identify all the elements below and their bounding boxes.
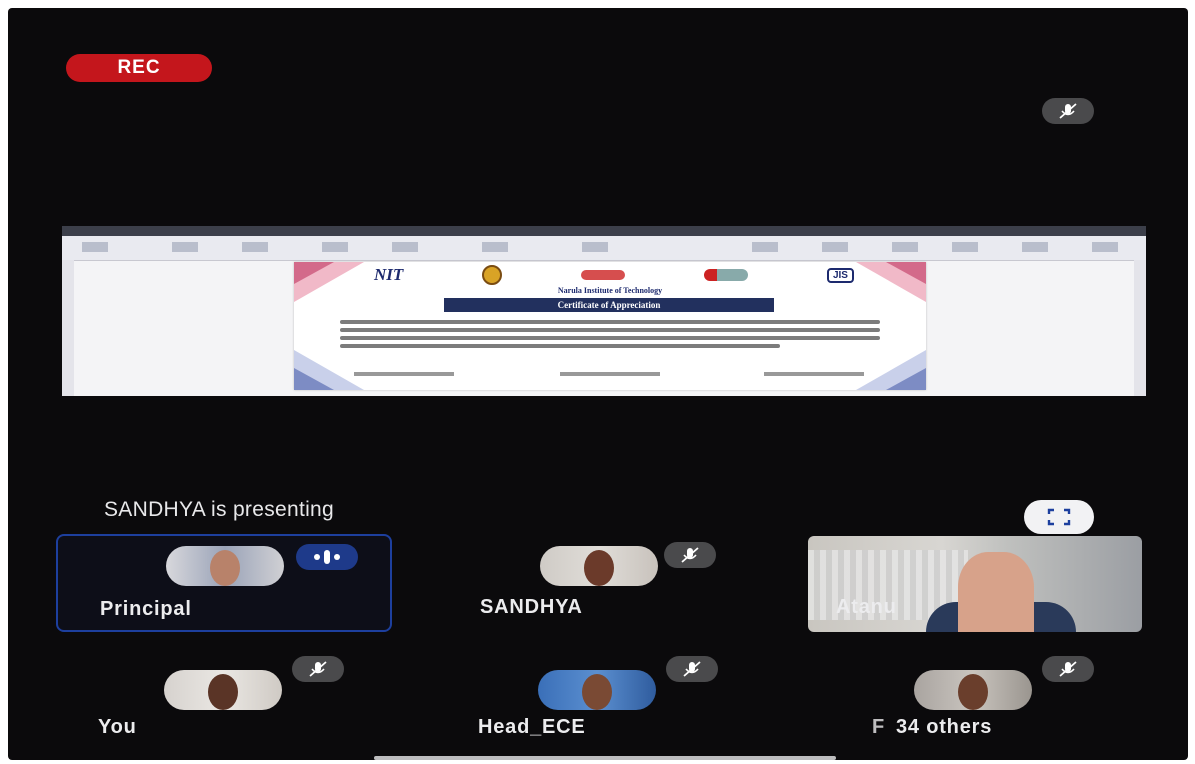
mute-indicator bbox=[666, 656, 718, 682]
avatar bbox=[166, 546, 284, 586]
participant-name-prefix: F bbox=[872, 716, 886, 738]
speaking-indicator bbox=[296, 544, 358, 570]
fullscreen-icon bbox=[1047, 508, 1071, 526]
mic-off-icon bbox=[683, 661, 701, 677]
mic-off-icon bbox=[681, 547, 699, 563]
presenting-label: SANDHYA is presenting bbox=[104, 498, 335, 521]
signature-line bbox=[764, 372, 864, 376]
video-person bbox=[958, 552, 1034, 632]
avatar bbox=[164, 670, 282, 710]
browser-tabs bbox=[62, 226, 1146, 236]
nit-logo: NIT bbox=[374, 265, 404, 284]
left-ruler bbox=[62, 260, 74, 396]
home-indicator bbox=[374, 756, 836, 760]
mic-off-icon bbox=[1059, 661, 1077, 677]
participant-name: SANDHYA bbox=[480, 596, 583, 618]
participant-name: 34 others bbox=[896, 716, 993, 738]
participant-name: Principal bbox=[100, 598, 192, 620]
recording-badge: REC bbox=[66, 54, 212, 82]
mute-indicator bbox=[1042, 656, 1094, 682]
decor-corner bbox=[294, 262, 364, 302]
signature-line bbox=[354, 372, 454, 376]
decor-corner bbox=[294, 350, 364, 390]
mic-off-icon bbox=[309, 661, 327, 677]
partner-logo bbox=[581, 270, 626, 280]
meeting-screen: REC NIT JIS Narula Institute of Technolo… bbox=[8, 8, 1188, 760]
certificate-text-line bbox=[340, 320, 880, 324]
signature-line bbox=[560, 372, 660, 376]
certificate-title: Certificate of Appreciation bbox=[444, 298, 774, 312]
mute-indicator bbox=[292, 656, 344, 682]
participant-tile-atanu[interactable]: Atanu bbox=[808, 536, 1142, 632]
avatar bbox=[538, 670, 656, 710]
decor-corner bbox=[856, 262, 926, 302]
toolbar-ribbon bbox=[62, 236, 1146, 261]
participant-tile-sandhya[interactable]: SANDHYA bbox=[434, 534, 766, 628]
presenter-mute-indicator bbox=[1042, 98, 1094, 124]
certificate-text-line bbox=[340, 344, 780, 348]
seal-logo bbox=[482, 265, 503, 285]
mic-off-icon bbox=[1059, 103, 1077, 119]
decor-corner bbox=[856, 350, 926, 390]
certificate-document: NIT JIS Narula Institute of Technology C… bbox=[294, 262, 926, 390]
fullscreen-button[interactable] bbox=[1024, 500, 1094, 534]
participant-tile-head-ece[interactable]: Head_ECE bbox=[434, 646, 766, 740]
participant-name: Atanu bbox=[836, 596, 897, 618]
avatar bbox=[540, 546, 658, 586]
jis-logo: JIS bbox=[826, 267, 854, 283]
participant-name: You bbox=[98, 716, 137, 738]
avatar bbox=[914, 670, 1032, 710]
institute-name: Narula Institute of Technology bbox=[557, 286, 663, 295]
right-ruler bbox=[1134, 260, 1146, 396]
certificate-text-line bbox=[340, 336, 880, 340]
participant-name: Head_ECE bbox=[478, 716, 586, 738]
certificate-text-line bbox=[340, 328, 880, 332]
certificate-logos: NIT JIS bbox=[374, 265, 854, 285]
participant-tile-principal[interactable]: Principal bbox=[56, 534, 392, 632]
shared-screen[interactable]: NIT JIS Narula Institute of Technology C… bbox=[62, 226, 1146, 396]
mute-indicator bbox=[664, 542, 716, 568]
participant-tile-you[interactable]: You bbox=[56, 646, 388, 740]
participant-tile-others[interactable]: F 34 others bbox=[808, 646, 1140, 740]
partner-logo bbox=[704, 269, 749, 281]
